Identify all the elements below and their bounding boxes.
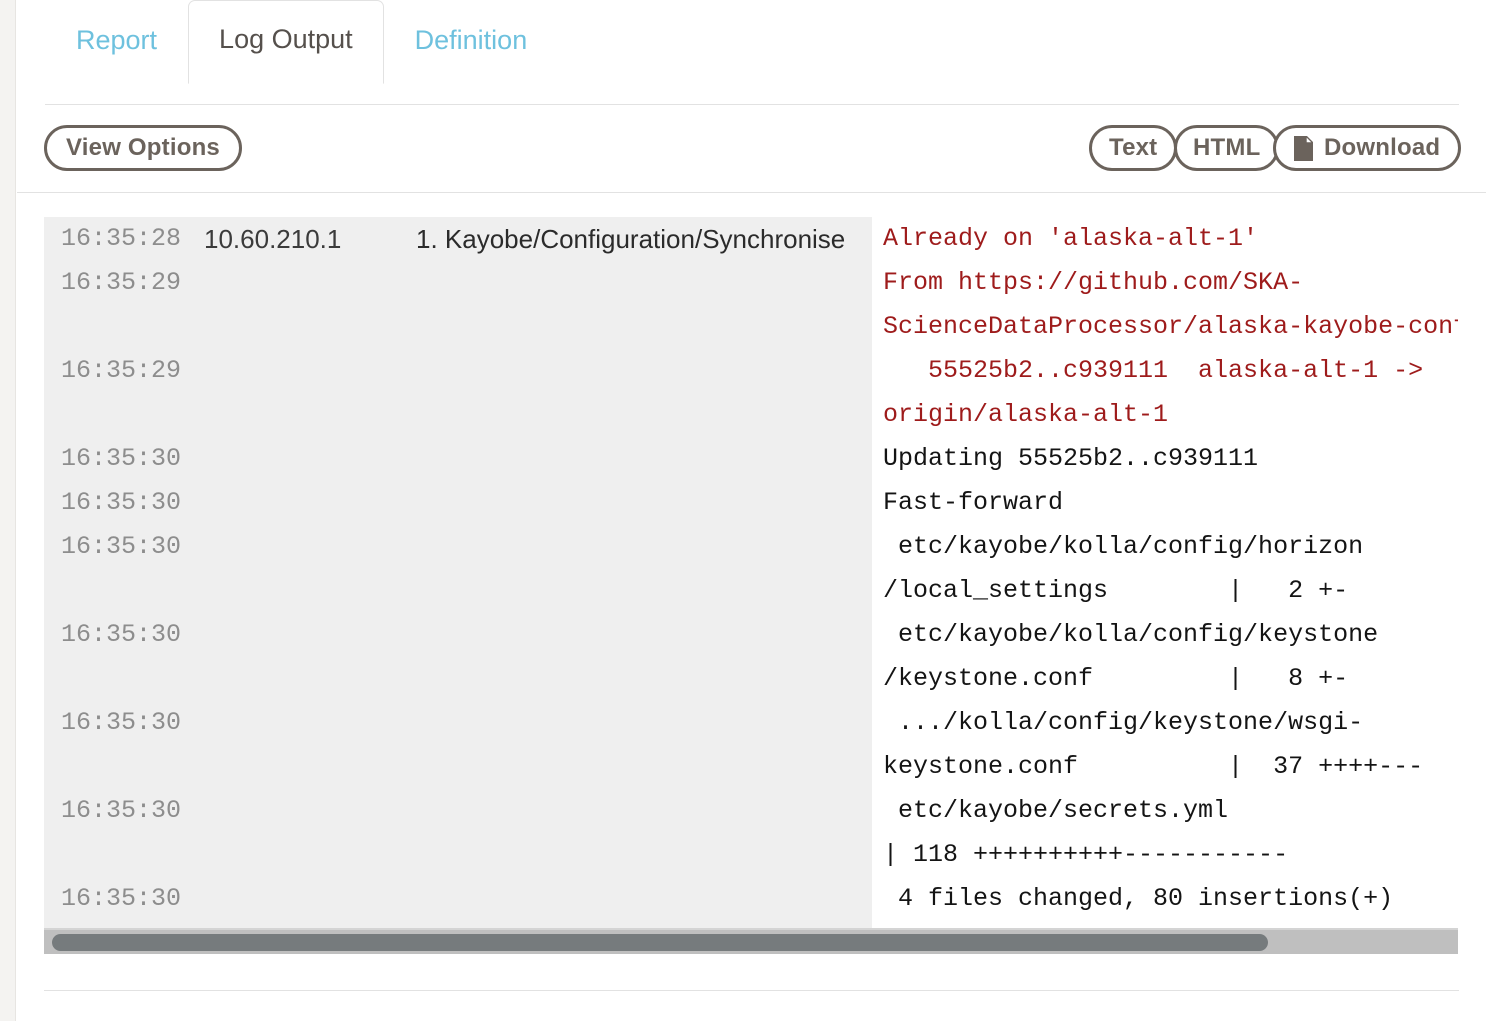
log-message-line: Already on 'alaska-alt-1': [883, 217, 1458, 261]
log-message-line: /local_settings | 2 +-: [883, 569, 1458, 613]
panel-bottom-divider: [44, 990, 1459, 991]
log-row-task: [384, 877, 872, 928]
log-row-task: [384, 613, 872, 701]
log-row-message: From https://github.com/SKA-ScienceDataP…: [872, 261, 1458, 349]
log-toolbar: View Options Text HTML Download: [17, 105, 1486, 193]
log-row-message: 4 files changed, 80 insertions(+)deletio…: [872, 877, 1458, 928]
log-row-task: [384, 261, 872, 349]
log-row-timestamp: 16:35:30: [44, 877, 204, 928]
log-message-line: origin/alaska-alt-1: [883, 393, 1458, 437]
log-row-task: [384, 481, 872, 525]
log-row: 16:35:30 Updating 55525b2..c939111: [44, 437, 1458, 481]
log-row-message: Fast-forward: [872, 481, 1458, 525]
log-output-area: 16:35:2810.60.210.11. Kayobe/Configurati…: [17, 193, 1486, 954]
log-row-message: Updating 55525b2..c939111: [872, 437, 1458, 481]
log-row-host: [204, 701, 384, 789]
log-row-task: [384, 789, 872, 877]
log-message-line: Fast-forward: [883, 481, 1458, 525]
log-row-task: [384, 525, 872, 613]
log-message-line: etc/kayobe/kolla/config/horizon: [883, 525, 1458, 569]
log-row-host: [204, 877, 384, 928]
view-options-button[interactable]: View Options: [44, 125, 242, 171]
log-row: 16:35:30 Fast-forward: [44, 481, 1458, 525]
log-row: 16:35:30 etc/kayobe/kolla/config/keyston…: [44, 613, 1458, 701]
log-row-timestamp: 16:35:30: [44, 481, 204, 525]
log-row-task: 1. Kayobe/Configuration/Synchronise: [384, 217, 872, 261]
log-row-message: Already on 'alaska-alt-1': [872, 217, 1458, 261]
log-message-line: From https://github.com/SKA-: [883, 261, 1458, 305]
log-row-host: [204, 525, 384, 613]
log-row-timestamp: 16:35:29: [44, 349, 204, 437]
log-message-line: 4 files changed, 80 insertions(+): [883, 877, 1458, 921]
log-message-line: | 118 ++++++++++-----------: [883, 833, 1458, 877]
file-document-icon: [1294, 136, 1313, 161]
html-view-button[interactable]: HTML: [1174, 125, 1279, 171]
log-row-timestamp: 16:35:30: [44, 437, 204, 481]
log-horizontal-scrollbar-thumb[interactable]: [52, 934, 1268, 951]
tab-report[interactable]: Report: [45, 1, 188, 84]
log-table: 16:35:2810.60.210.11. Kayobe/Configurati…: [44, 217, 1458, 928]
log-row-message: 55525b2..c939111 alaska-alt-1 ->origin/a…: [872, 349, 1458, 437]
log-row: 16:35:30 etc/kayobe/kolla/config/horizon…: [44, 525, 1458, 613]
log-row-host: [204, 437, 384, 481]
log-row: 16:35:29 55525b2..c939111 alaska-alt-1 -…: [44, 349, 1458, 437]
log-row-host: [204, 613, 384, 701]
log-row-message: .../kolla/config/keystone/wsgi-keystone.…: [872, 701, 1458, 789]
log-row: 16:35:30 4 files changed, 80 insertions(…: [44, 877, 1458, 928]
log-row: 16:35:29 From https://github.com/SKA-Scie…: [44, 261, 1458, 349]
log-row-message: etc/kayobe/secrets.yml| 118 ++++++++++--…: [872, 789, 1458, 877]
log-message-line: deletions(-): [883, 921, 1458, 928]
log-row: 16:35:2810.60.210.11. Kayobe/Configurati…: [44, 217, 1458, 261]
log-horizontal-scrollbar[interactable]: [44, 928, 1458, 954]
log-row-timestamp: 16:35:30: [44, 701, 204, 789]
log-row-task: [384, 349, 872, 437]
download-button-label: Download: [1324, 134, 1440, 162]
log-scroll-viewport[interactable]: 16:35:2810.60.210.11. Kayobe/Configurati…: [44, 217, 1458, 928]
log-row-timestamp: 16:35:28: [44, 217, 204, 261]
log-row-host: [204, 261, 384, 349]
log-row-task: [384, 437, 872, 481]
tab-bar: ReportLog OutputDefinition: [17, 0, 1486, 105]
log-row: 16:35:30 .../kolla/config/keystone/wsgi-…: [44, 701, 1458, 789]
log-row-host: [204, 789, 384, 877]
log-message-line: /keystone.conf | 8 +-: [883, 657, 1458, 701]
log-row-timestamp: 16:35:30: [44, 613, 204, 701]
log-row-timestamp: 16:35:30: [44, 525, 204, 613]
log-row-timestamp: 16:35:30: [44, 789, 204, 877]
log-row-host: [204, 349, 384, 437]
tab-log-output[interactable]: Log Output: [188, 0, 384, 84]
log-row-message: etc/kayobe/kolla/config/horizon/local_se…: [872, 525, 1458, 613]
log-message-line: etc/kayobe/kolla/config/keystone: [883, 613, 1458, 657]
log-table-body: 16:35:2810.60.210.11. Kayobe/Configurati…: [44, 217, 1458, 928]
tab-definition[interactable]: Definition: [384, 1, 559, 84]
log-message-line: .../kolla/config/keystone/wsgi-: [883, 701, 1458, 745]
log-message-line: 55525b2..c939111 alaska-alt-1 ->: [883, 349, 1458, 393]
log-row-host: 10.60.210.1: [204, 217, 384, 261]
page-left-gutter: [0, 0, 16, 1021]
log-row: 16:35:30 etc/kayobe/secrets.yml| 118 +++…: [44, 789, 1458, 877]
text-view-button[interactable]: Text: [1089, 125, 1177, 171]
log-row-host: [204, 481, 384, 525]
log-message-line: Updating 55525b2..c939111: [883, 437, 1458, 481]
log-row-task: [384, 701, 872, 789]
log-row-message: etc/kayobe/kolla/config/keystone/keyston…: [872, 613, 1458, 701]
log-message-line: ScienceDataProcessor/alaska-kayobe-confi…: [883, 305, 1458, 349]
log-row-timestamp: 16:35:29: [44, 261, 204, 349]
download-button[interactable]: Download: [1273, 125, 1461, 171]
log-message-line: etc/kayobe/secrets.yml: [883, 789, 1458, 833]
log-message-line: keystone.conf | 37 ++++---: [883, 745, 1458, 789]
log-output-panel: ReportLog OutputDefinition View Options …: [17, 0, 1486, 1021]
